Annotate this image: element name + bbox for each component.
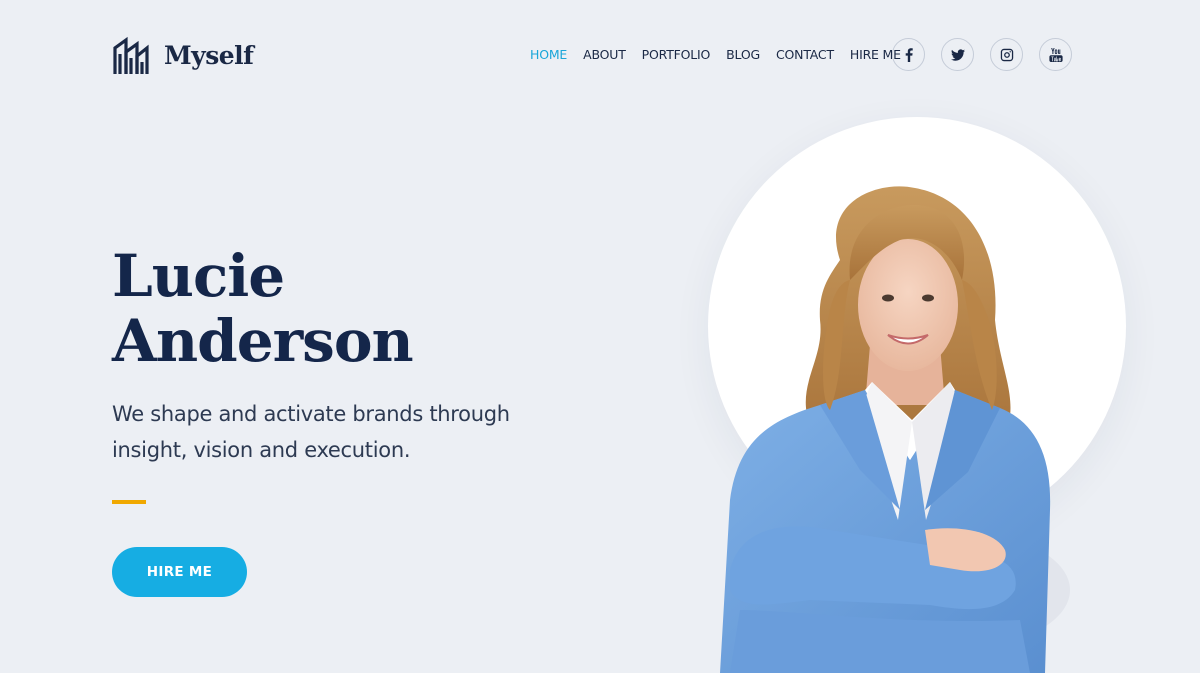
main-navigation: HOME ABOUT PORTFOLIO BLOG CONTACT HIRE M… (530, 47, 901, 62)
nav-home[interactable]: HOME (530, 47, 567, 62)
portrait-photo (720, 186, 1070, 673)
twitter-button[interactable] (941, 38, 974, 71)
site-logo[interactable]: Myself (112, 34, 254, 76)
youtube-button[interactable] (1039, 38, 1072, 71)
instagram-button[interactable] (990, 38, 1023, 71)
stacked-arch-logo-icon (113, 36, 149, 74)
instagram-icon (1000, 48, 1013, 61)
hire-me-button[interactable]: HIRE ME (112, 547, 247, 597)
nav-blog[interactable]: BLOG (726, 47, 760, 62)
nav-about[interactable]: ABOUT (583, 47, 626, 62)
hero-tagline: We shape and activate brands through ins… (112, 402, 510, 462)
nav-contact[interactable]: CONTACT (776, 47, 834, 62)
facebook-button[interactable] (892, 38, 925, 71)
facebook-icon (905, 47, 913, 62)
hero-name-heading: Lucie Anderson (112, 242, 414, 375)
hero-first-name: Lucie (112, 242, 285, 310)
nav-portfolio[interactable]: PORTFOLIO (642, 47, 711, 62)
twitter-icon (950, 48, 965, 61)
youtube-icon (1048, 47, 1063, 62)
social-links (892, 38, 1072, 71)
accent-divider (112, 500, 146, 504)
hero-last-name: Anderson (112, 307, 414, 375)
brand-name: Myself (164, 40, 254, 70)
